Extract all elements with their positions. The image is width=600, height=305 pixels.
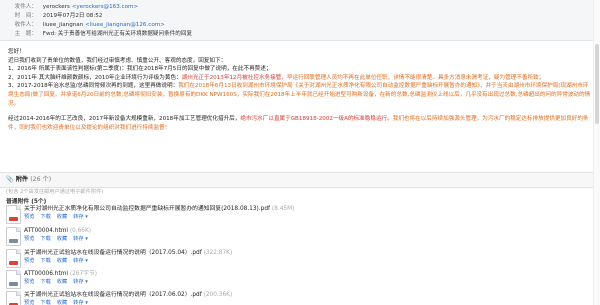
sender-row: 发件人： yerockers <yerockers@163.com> [8,3,139,12]
attachments-label: 附件 [15,176,29,183]
attachment-filename[interactable]: 关于湖州光正试验站水在线设备运行情况的说明（2017.06.02）.pdf [24,292,202,298]
point-3-lead: 3、2017-2018年治水总监/总磷同常频次再的到题，这里再做说明： [8,83,179,90]
preview-link[interactable]: 预览 [24,300,34,305]
email-body: 您好！ 近日我们收到了贵单位的数值，我们经过审慎考虑、慎重公开、客观的态度，回复… [8,48,592,132]
sender-value[interactable]: yerockers <yerockers@163.com> [43,4,138,10]
closing-lead: 经过2014-2016年的工艺改良，2017年新设备大规模重新，2018年加工艺… [8,116,241,123]
download-link[interactable]: 下载 [40,258,50,264]
attachment-actions: 预览 下载 收藏 转存 ▾ [24,258,94,265]
attachment-name[interactable]: ATT00004.html (0.66K) [24,227,91,235]
to-value[interactable]: liuee_jiangnan <liuee_jiangnan@126.com> [43,22,165,28]
to-row: 收件人： liuee_jiangnan <liuee_jiangnan@126.… [8,21,165,30]
greeting: 您好！ [8,49,25,55]
intro-paragraph: 近日我们收到了贵单位的数值，我们经过审慎考虑、慎重公开、客观的态度，回复如下： [8,57,227,64]
attachment-size: (267字节) [69,271,98,277]
preview-link[interactable]: 预览 [24,279,34,285]
sender-label: 发件人： [14,4,37,10]
attachment-actions: 预览 下载 收藏 转存 ▾ [24,214,94,221]
email-header: 发件人： yerockers <yerockers@163.com> 时 间： … [0,0,600,41]
download-link[interactable]: 下载 [40,236,50,242]
pdf-file-icon [6,249,21,268]
favorite-link[interactable]: 收藏 [57,279,67,285]
to-address[interactable]: <liuee_jiangnan@126.com> [85,22,165,28]
email-view: 发件人： yerockers <yerockers@163.com> 时 间： … [0,0,600,305]
attachment-item[interactable]: ATT00004.html (0.66K) 预览 下载 收藏 转存 ▾ [6,227,566,247]
subject-row: 主 题： Fwd: 关于责善信写给湖州光正有关环境数据疑问条件的回复 [8,30,192,39]
download-link[interactable]: 下载 [40,279,50,285]
attachment-name[interactable]: 关于湖州光正试验站水在线设备运行情况的说明（2017.06.02）.pdf (2… [24,291,232,299]
point-2-lead: 2、2011年 其大脑纤维颜数颜标，2010年企业环境行为评级为黄色： [8,74,182,81]
subject-label: 主 题： [14,31,37,37]
favorite-link[interactable]: 收藏 [57,258,67,264]
save-to-link[interactable]: 转存 ▾ [73,236,88,242]
file-type-badge [9,261,18,265]
attachments-group-title: 普通附件 (5个) [6,199,47,205]
attachment-item[interactable]: ATT00006.html (267字节) 预览 下载 收藏 转存 ▾ [6,270,566,290]
sender-address[interactable]: <yerockers@163.com> [72,4,139,10]
html-file-icon [6,227,21,246]
favorite-link[interactable]: 收藏 [57,236,67,242]
attachments-title[interactable]: 📎 附件 (26 个) [6,175,51,185]
file-type-badge [9,282,18,286]
save-to-link[interactable]: 转存 ▾ [73,214,88,220]
attachment-size: (200.36K) [203,292,233,298]
save-to-link[interactable]: 转存 ▾ [73,300,88,305]
attachment-name[interactable]: ATT00006.html (267字节) [24,270,97,278]
attachment-item[interactable]: 关于对湖州光正水质净化有限公司自动监控数据严重缺标开展暂办的通知回复(2018.… [6,205,566,225]
attachment-item[interactable]: 关于湖州光正试验站水在线设备运行情况的说明（2017.06.02）.pdf (2… [6,291,566,305]
paperclip-icon: 📎 [6,176,14,183]
point-2-highlight: 湖州光正于2013年12月被社控水务接管， [181,74,287,81]
attachments-header[interactable]: 📎 附件 (26 个) [0,172,600,188]
point-1: 1、2016年 所属于表面该性判据标(第二季度)：我们在2018年7月5日的回复… [8,66,272,73]
save-to-link[interactable]: 转存 ▾ [73,279,88,285]
to-label: 收件人： [14,22,37,28]
preview-link[interactable]: 预览 [24,258,34,264]
subject-value: Fwd: 关于责善信写给湖州光正有关环境数据疑问条件的回复 [42,31,193,37]
point-2-tail: 早运行回联管理人员均不再在此单位任职，详情不能很清楚。具多方消息未渭考证，疑为管… [286,74,545,81]
file-type-badge [9,239,18,243]
download-link[interactable]: 下载 [40,300,50,305]
attachment-item[interactable]: 关于湖州光正试验站水在线设备运行情况的说明（2017.05.04）.pdf (3… [6,249,566,269]
to-name[interactable]: liuee_jiangnan [43,22,83,28]
time-value: 2019年07月2日 08:52 [42,13,103,19]
scrollbar[interactable] [593,0,600,305]
attachment-filename[interactable]: 关于对湖州光正水质净化有限公司自动监控数据严重缺标开展暂办的通知回复(2018.… [24,206,270,212]
attachments-count: (26 个) [30,176,52,183]
attachment-filename[interactable]: ATT00004.html [24,228,68,234]
pdf-file-icon [6,205,21,224]
favorite-link[interactable]: 收藏 [57,300,67,305]
file-type-badge [9,217,18,221]
attachment-size: (322.87K) [203,250,233,256]
download-link[interactable]: 下载 [40,214,50,220]
attachment-actions: 预览 下载 收藏 转存 ▾ [24,300,94,305]
attachment-actions: 预览 下载 收藏 转存 ▾ [24,279,94,286]
attachment-filename[interactable]: ATT00006.html [24,271,68,277]
attachment-name[interactable]: 关于湖州光正试验站水在线设备运行情况的说明（2017.05.04）.pdf (3… [24,249,232,257]
scrollbar-thumb[interactable] [595,44,599,124]
sender-name[interactable]: yerockers [43,4,70,10]
time-row: 时 间： 2019年07月2日 08:52 [8,12,103,21]
attachment-actions: 预览 下载 收藏 转存 ▾ [24,236,94,243]
closing-paragraph: 经过2014-2016年的工艺改良，2017年新设备大规模重新，2018年加工艺… [8,115,592,132]
closing-highlight: 绝市污水厂以直属于GB18918-2002一级A的标准稳稳运行。 [240,116,393,123]
attachment-filename[interactable]: 关于湖州光正试验站水在线设备运行情况的说明（2017.05.04）.pdf [24,250,202,256]
html-file-icon [6,270,21,289]
time-label: 时 间： [14,13,37,19]
save-to-link[interactable]: 转存 ▾ [73,258,88,264]
pdf-file-icon [6,291,21,305]
point-2: 2、2011年 其大脑纤维颜数颜标，2010年企业环境行为评级为黄色：湖州光正于… [8,74,592,83]
favorite-link[interactable]: 收藏 [57,214,67,220]
attachment-name[interactable]: 关于对湖州光正水质净化有限公司自动监控数据严重缺标开展暂办的通知回复(2018.… [24,205,294,213]
attachments-note: (包含 2个由发往邮用户通过电子邮件附件) [6,189,104,195]
preview-link[interactable]: 预览 [24,236,34,242]
attachment-size: (8.45M) [271,206,295,212]
point-3: 3、2017-2018年治水总监/总磷同常频次再的到题，这里再做说明：我们在20… [8,82,592,108]
attachment-size: (0.66K) [69,228,92,234]
preview-link[interactable]: 预览 [24,214,34,220]
